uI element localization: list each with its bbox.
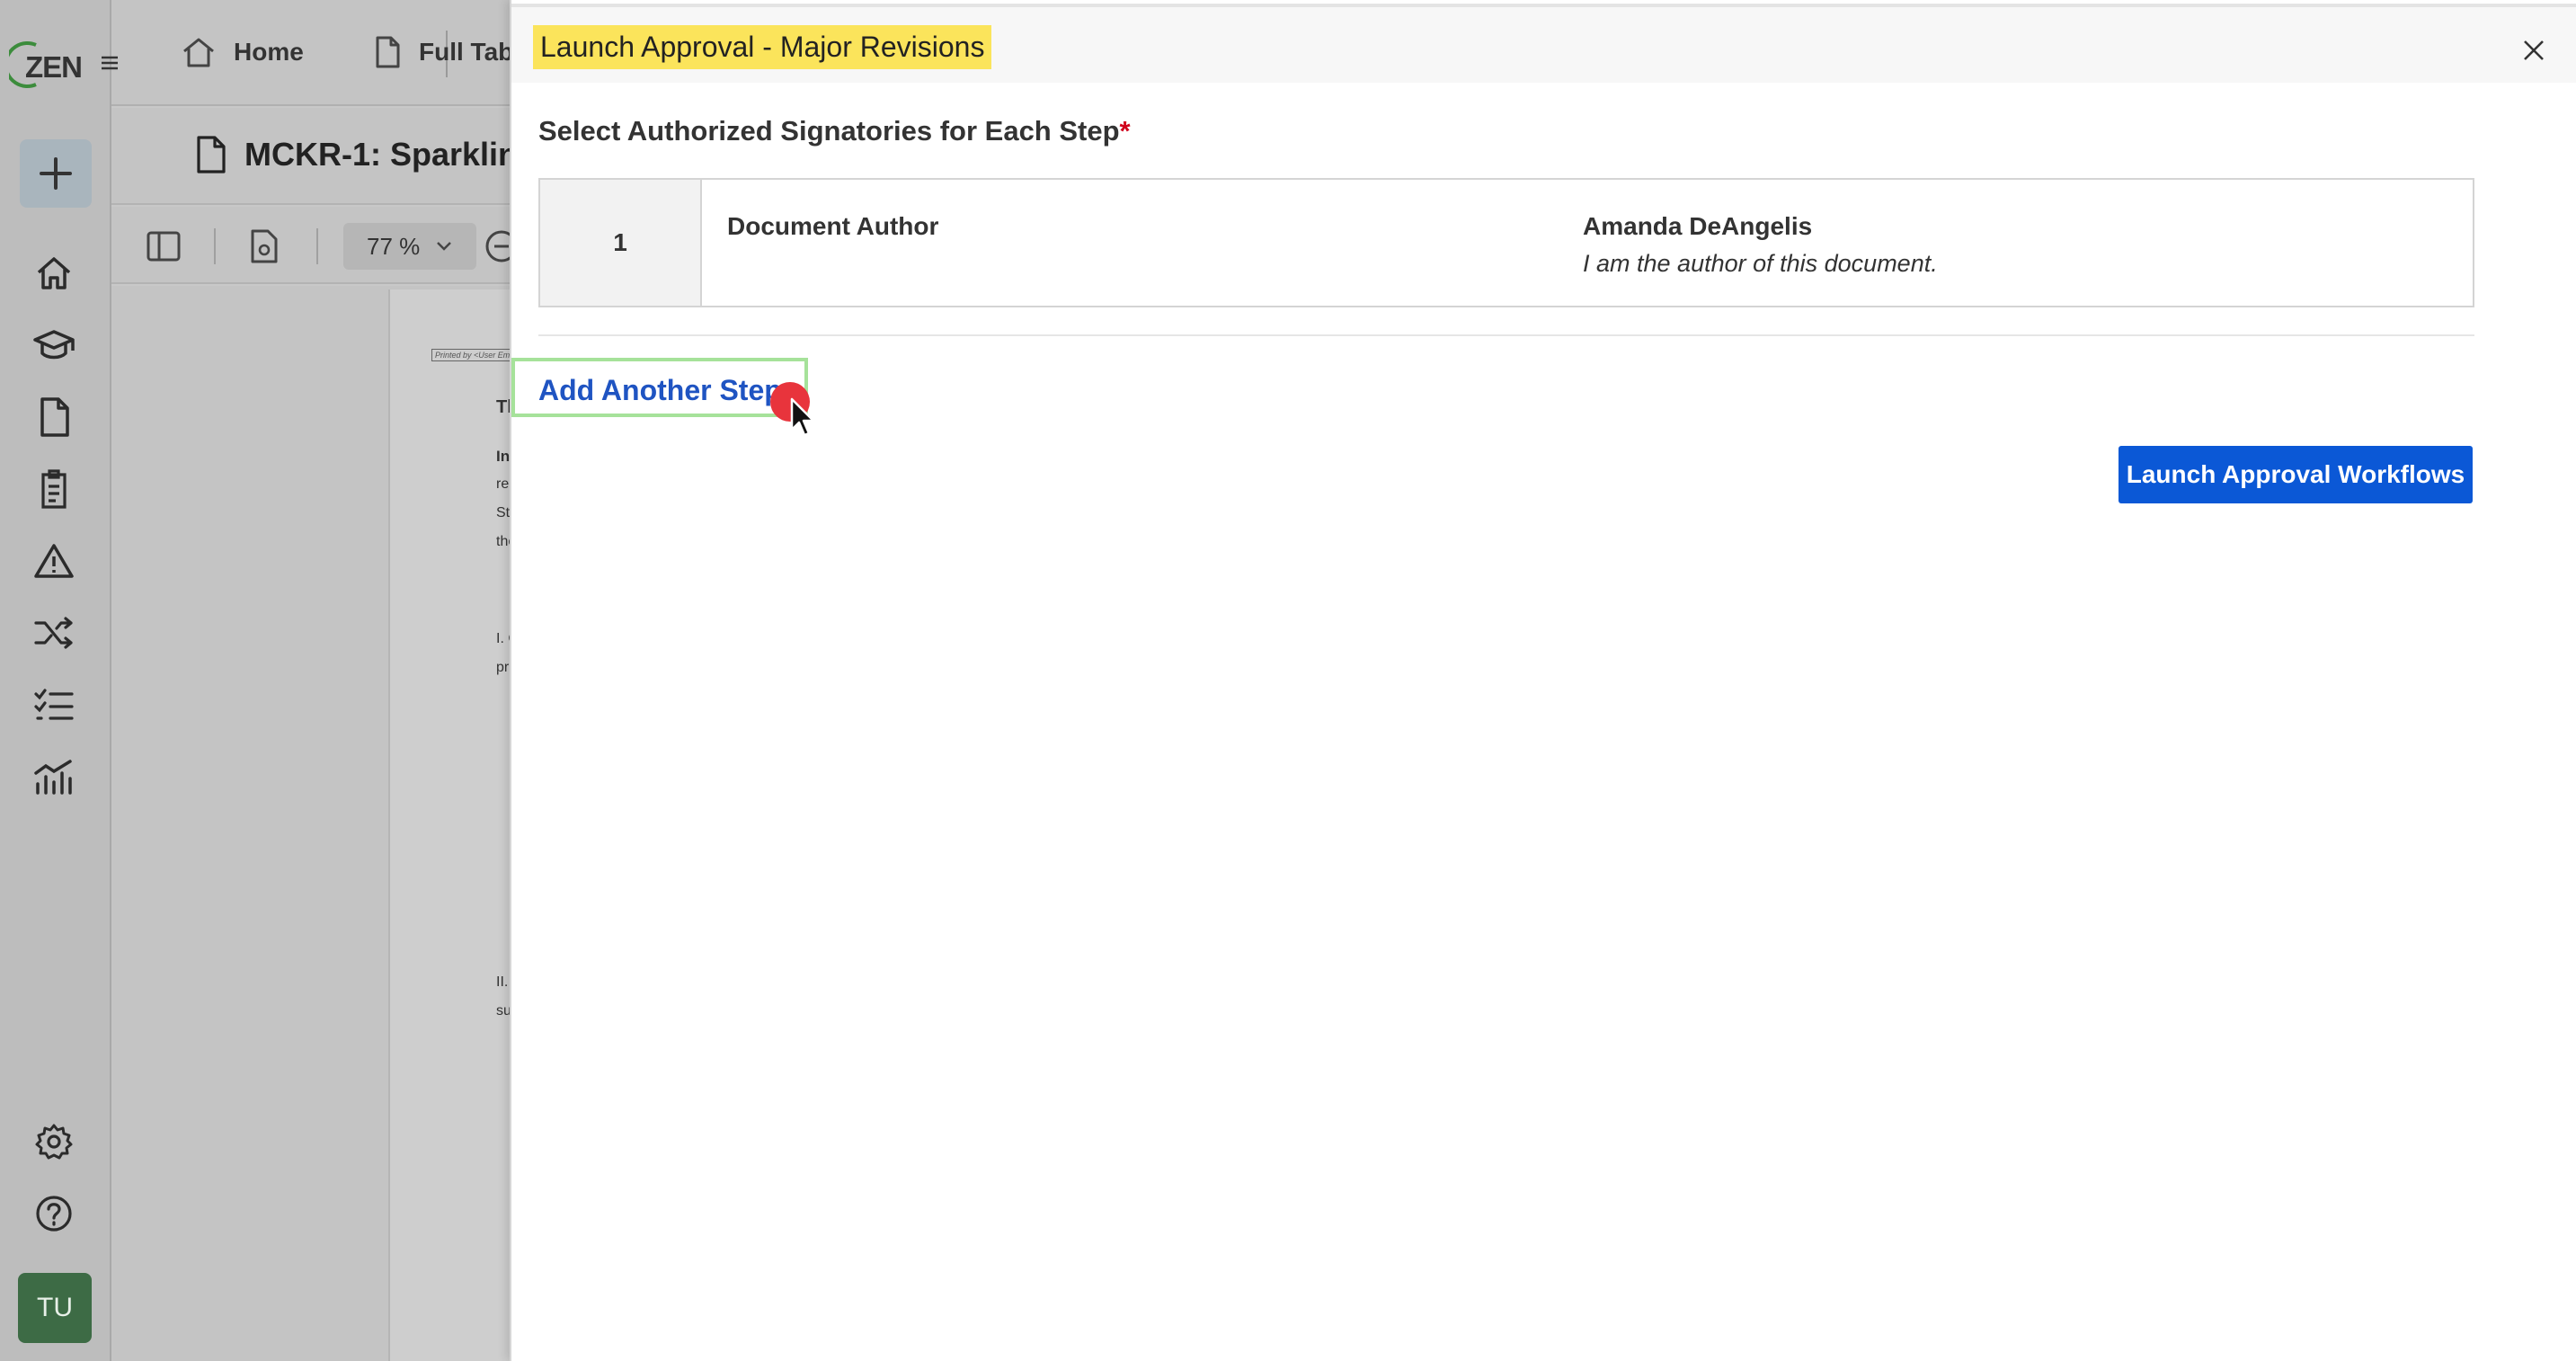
nav-tasks[interactable] [29,464,79,514]
nav-documents[interactable] [29,392,79,442]
signatories-label: Select Authorized Signatories for Each S… [538,115,1131,147]
tab-label: Home [234,38,304,66]
sidebar-panel-icon [147,231,181,262]
mouse-pointer-icon [790,397,815,437]
tab-label: Full Tabl [419,38,521,66]
step-row: 1 Document Author Amanda DeAngelis I am … [538,178,2474,307]
signatories-label-text: Select Authorized Signatories for Each S… [538,115,1120,147]
panel-title: Launch Approval - Major Revisions [533,25,992,69]
step-role: Document Author [727,212,939,240]
graduation-cap-icon [33,330,75,360]
required-marker: * [1119,115,1131,147]
toolbar-divider [214,228,216,264]
shuffle-icon [34,617,73,649]
toggle-sidebar-button[interactable] [142,225,185,268]
launch-approval-workflows-button[interactable]: Launch Approval Workflows [2119,446,2473,503]
nav-training[interactable] [29,320,79,370]
tab-full-table[interactable]: Full Tabl [374,27,520,77]
analytics-icon [34,760,72,795]
nav-help[interactable] [29,1188,79,1239]
launch-approval-panel: Launch Approval - Major Revisions Select… [510,0,2576,1361]
gear-icon [35,1124,73,1160]
document-icon [376,36,400,68]
home-icon [183,38,214,67]
home-icon [37,257,71,289]
step-note: I am the author of this document. [1583,250,1938,277]
warning-icon [34,544,74,578]
step-signatory[interactable]: Amanda DeAngelis [1583,212,1812,241]
chevron-down-icon [437,242,452,251]
zoom-value: 77 % [367,232,421,260]
logo-text: ZEN [25,50,83,84]
document-settings-button[interactable] [243,225,286,268]
nav-home[interactable] [29,248,79,298]
menu-toggle-button[interactable] [99,52,120,74]
nav-analytics[interactable] [29,752,79,802]
zen-logo[interactable]: ZEN [4,40,83,90]
toolbar-divider [316,228,318,264]
panel-header: Launch Approval - Major Revisions [511,4,2576,83]
close-button[interactable] [2518,34,2550,67]
nav-settings[interactable] [29,1116,79,1167]
user-avatar[interactable]: TU [18,1273,92,1343]
add-button[interactable] [20,139,92,208]
step-number: 1 [540,180,702,306]
checklist-icon [34,689,74,720]
clipboard-icon [41,469,67,509]
document-gear-icon [251,229,278,263]
document-icon [40,397,69,437]
nav-workflows[interactable] [29,608,79,658]
document-icon [197,136,226,173]
nav-issues[interactable] [29,536,79,586]
nav-lists[interactable] [29,680,79,730]
help-icon [36,1196,72,1232]
close-icon [2524,40,2544,60]
tab-home[interactable]: Home [182,27,304,77]
add-another-step-link[interactable]: Add Another Step [511,358,808,417]
hamburger-icon [102,56,118,70]
zoom-select[interactable]: 77 % [343,223,476,270]
section-divider [538,334,2474,336]
app-sidebar: ZEN TU [0,0,111,1361]
add-icon [40,157,72,190]
